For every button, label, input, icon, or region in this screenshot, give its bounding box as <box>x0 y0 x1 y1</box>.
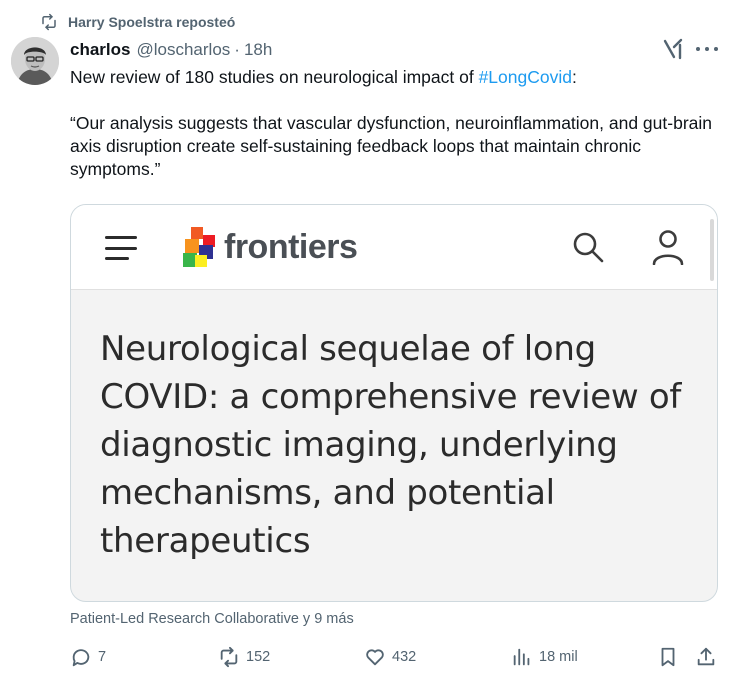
more-options-icon[interactable] <box>696 41 718 57</box>
hashtag-link[interactable]: #LongCovid <box>479 67 572 87</box>
views-button[interactable]: 18 mil <box>511 645 578 669</box>
post-text: New review of 180 studies on neurologica… <box>70 66 722 204</box>
frontiers-logo-icon <box>183 227 215 267</box>
search-icon <box>573 232 604 263</box>
card-scrollbar <box>710 219 714 281</box>
action-bar: 7 152 432 18 mil <box>0 645 744 669</box>
author-name[interactable]: charlos <box>70 40 130 60</box>
reply-count: 7 <box>98 649 107 665</box>
bookmark-icon <box>661 647 675 667</box>
repost-indicator[interactable]: Harry Spoelstra reposteó <box>40 12 235 32</box>
avatar[interactable] <box>11 37 59 85</box>
link-card[interactable]: frontiers Neurological sequelae of long … <box>70 204 718 602</box>
post-intro: New review of 180 studies on neurologica… <box>70 67 577 87</box>
share-button[interactable] <box>695 645 717 669</box>
repost-icon <box>42 13 56 31</box>
post-header: charlos @loscharlos · 18h <box>70 39 272 61</box>
like-button[interactable]: 432 <box>364 645 416 669</box>
views-icon <box>513 648 530 666</box>
author-handle[interactable]: @loscharlos <box>136 40 230 60</box>
reply-button[interactable]: 7 <box>70 645 106 669</box>
user-icon <box>652 230 684 265</box>
share-icon <box>697 647 715 666</box>
separator-dot: · <box>234 40 240 59</box>
heart-icon <box>366 649 384 666</box>
reply-icon <box>72 649 90 667</box>
repost-button[interactable]: 152 <box>218 645 270 669</box>
repost-count: 152 <box>246 649 271 665</box>
repost-action-icon <box>220 646 238 668</box>
frontiers-wordmark: frontiers <box>224 228 358 266</box>
hamburger-menu-icon <box>105 236 137 260</box>
like-count: 432 <box>392 649 417 665</box>
repost-label: Harry Spoelstra reposteó <box>68 14 236 30</box>
grok-icon[interactable] <box>661 37 687 61</box>
bookmark-button[interactable] <box>657 645 679 669</box>
post-time[interactable]: 18h <box>244 40 272 60</box>
card-header: frontiers <box>71 205 717 290</box>
card-source[interactable]: Patient-Led Research Collaborative y 9 m… <box>70 611 354 627</box>
post-quote: “Our analysis suggests that vascular dys… <box>70 113 712 179</box>
views-count: 18 mil <box>539 649 578 665</box>
card-title: Neurological sequelae of long COVID: a c… <box>100 329 682 561</box>
